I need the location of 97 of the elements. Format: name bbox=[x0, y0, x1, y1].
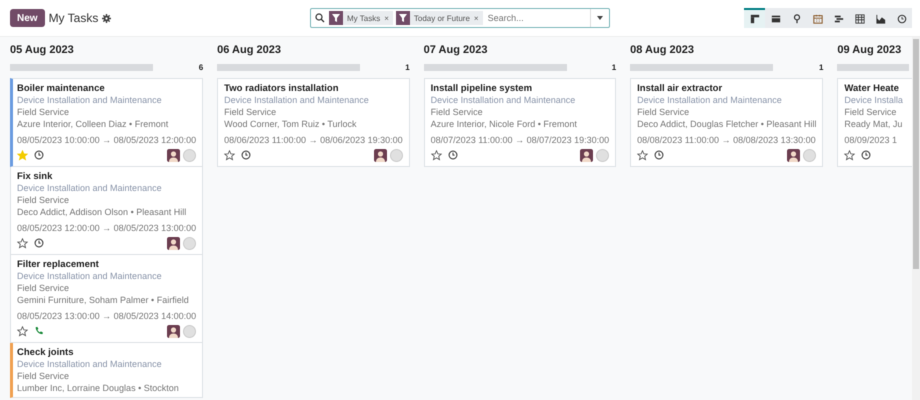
pivot-icon bbox=[854, 14, 864, 24]
task-dates: 08/05/2023 12:00:00 → 08/05/2023 13:00:00 bbox=[17, 223, 196, 233]
page-title: My Tasks bbox=[48, 11, 98, 25]
avatar-icon[interactable] bbox=[374, 148, 387, 162]
search-field[interactable]: My Tasks × Today or Future × Search... bbox=[310, 8, 610, 28]
avatar-icon[interactable] bbox=[787, 148, 800, 162]
task-card[interactable]: Check joints Device Installation and Maintenance Field Service Lumber Inc, Lorraine Douglas • Stockton bbox=[10, 343, 204, 398]
service-name: Field Service bbox=[17, 282, 70, 294]
star-icon[interactable] bbox=[17, 326, 28, 336]
task-count: 6 bbox=[198, 62, 204, 72]
customer-location: Azure Interior, Colleen Diaz • Fremont bbox=[17, 118, 170, 130]
column-date: 07 Aug 2023 bbox=[424, 43, 488, 58]
task-title: Filter replacement bbox=[17, 259, 100, 270]
service-name: Field Service bbox=[637, 106, 690, 118]
remove-facet-button[interactable]: × bbox=[384, 14, 393, 22]
project-name: Device Installation and Maintenance bbox=[17, 358, 163, 370]
customer-location: Ready Mat, Ju bbox=[844, 118, 904, 130]
service-name: Field Service bbox=[17, 106, 70, 118]
star-icon[interactable] bbox=[430, 150, 442, 160]
customer-location: Deco Addict, Addison Olson • Pleasant Hill bbox=[17, 206, 188, 218]
project-name: Device Installation and Maintenance bbox=[224, 94, 370, 106]
filter-facet[interactable]: Today or Future × bbox=[396, 11, 483, 25]
service-name: Field Service bbox=[224, 106, 278, 118]
task-dates: 08/09/2023 1 bbox=[844, 135, 898, 145]
column-date: 08 Aug 2023 bbox=[630, 43, 695, 58]
activity-icon bbox=[896, 14, 906, 24]
clock-icon[interactable] bbox=[34, 150, 44, 160]
task-card[interactable]: Install pipeline system Device Installation and Maintenance Field Service Azure Interior, Nicole Ford • Fremont 08/07/2023 11:00:00 → 08/07/2023 19:30:00 bbox=[424, 78, 616, 167]
task-title: Install air extractor bbox=[637, 83, 724, 94]
gantt-icon bbox=[834, 14, 844, 24]
project-name: Device Installation and Maintenance bbox=[17, 94, 163, 106]
project-name: Device Installation and Maintenance bbox=[430, 94, 576, 106]
star-icon[interactable] bbox=[844, 150, 856, 160]
kanban-view-button[interactable] bbox=[744, 8, 765, 28]
task-title: Install pipeline system bbox=[430, 83, 534, 94]
task-title: Two radiators installation bbox=[224, 83, 340, 94]
project-name: Device Installation and Maintenance bbox=[17, 270, 163, 282]
task-count: 1 bbox=[612, 62, 616, 72]
task-title: Boiler maintenance bbox=[17, 83, 106, 94]
task-card[interactable]: Filter replacement Device Installation and Maintenance Field Service Gemini Furniture, Soham Palmer • Fairfield 08/05/2023 13:00:00 → 08/05/2023 14:00:00 bbox=[10, 255, 204, 343]
task-count: 1 bbox=[405, 62, 410, 72]
customer-location: Gemini Furniture, Soham Palmer • Fairfield bbox=[17, 294, 190, 306]
avatar-icon[interactable] bbox=[580, 148, 594, 162]
caret-icon bbox=[597, 16, 603, 20]
task-card[interactable]: Install air extractor Device Installation and Maintenance Field Service Deco Addict, Douglas Fletcher • Pleasant Hill 08/08/2023 11:00:00 → 08/08/2023 13:30:00 bbox=[630, 78, 824, 167]
column-date: 05 Aug 2023 bbox=[10, 43, 75, 58]
filter-icon bbox=[398, 14, 407, 22]
filter-icon bbox=[332, 14, 340, 22]
task-card[interactable]: Two radiators installation Device Installation and Maintenance Field Service Wood Corner, Tom Ruiz • Turlock 08/06/2023 11:00:00 → 08/06/2023 19:30:00 bbox=[217, 78, 410, 167]
task-card[interactable]: Fix sink Device Installation and Maintenance Field Service Deco Addict, Addison Olson • Pleasant Hill 08/05/2023 12:00:00 → 08/05/2023 13:00:00 bbox=[10, 167, 204, 255]
task-card[interactable]: Water Heate Device Installa Field Service Ready Mat, Ju 08/09/2023 1 bbox=[837, 78, 912, 167]
customer-location: Wood Corner, Tom Ruiz • Turlock bbox=[224, 118, 358, 130]
remove-facet-button[interactable]: × bbox=[474, 14, 483, 22]
clock-icon[interactable] bbox=[654, 150, 664, 160]
task-dates: 08/08/2023 11:00:00 → 08/08/2023 13:30:00 bbox=[637, 135, 816, 145]
task-title: Check joints bbox=[17, 347, 74, 358]
clock-icon[interactable] bbox=[861, 150, 872, 160]
star-icon[interactable] bbox=[17, 238, 28, 248]
project-name: Device Installation and Maintenance bbox=[17, 182, 163, 194]
project-name: Device Installa bbox=[844, 94, 904, 106]
phone-icon[interactable] bbox=[34, 326, 44, 336]
task-dates: 08/05/2023 13:00:00 → 08/05/2023 14:00:00 bbox=[17, 311, 196, 321]
column-date: 09 Aug 2023 bbox=[837, 43, 902, 58]
service-name: Field Service bbox=[17, 194, 70, 206]
customer-location: Lumber Inc, Lorraine Douglas • Stockton bbox=[17, 382, 180, 394]
clock-icon[interactable] bbox=[448, 150, 458, 160]
avatar-icon[interactable] bbox=[167, 148, 180, 162]
avatar-icon[interactable] bbox=[167, 236, 180, 250]
star-icon[interactable] bbox=[637, 150, 648, 160]
customer-location: Azure Interior, Nicole Ford • Fremont bbox=[430, 118, 578, 130]
task-dates: 08/06/2023 11:00:00 → 08/06/2023 19:30:00 bbox=[224, 135, 403, 145]
settings-icon[interactable] bbox=[102, 14, 112, 22]
scrollbar-thumb[interactable] bbox=[913, 39, 919, 269]
service-name: Field Service bbox=[430, 106, 484, 118]
avatar-icon[interactable] bbox=[167, 324, 180, 338]
task-title: Fix sink bbox=[17, 171, 54, 182]
clock-icon[interactable] bbox=[241, 150, 252, 160]
column-date: 06 Aug 2023 bbox=[217, 43, 282, 58]
map-icon bbox=[792, 14, 802, 24]
service-name: Field Service bbox=[17, 370, 70, 382]
task-count: 1 bbox=[818, 62, 824, 72]
star-icon[interactable] bbox=[224, 150, 236, 160]
filter-facet[interactable]: My Tasks × bbox=[329, 11, 393, 25]
task-dates: 08/05/2023 10:00:00 → 08/05/2023 12:00:00 bbox=[17, 135, 196, 145]
kanban-icon bbox=[750, 14, 760, 24]
graph-icon bbox=[876, 14, 886, 24]
search-icon bbox=[315, 13, 325, 23]
clock-icon[interactable] bbox=[34, 238, 44, 248]
new-button[interactable]: New bbox=[10, 9, 45, 27]
customer-location: Deco Addict, Douglas Fletcher • Pleasant Hill bbox=[637, 118, 816, 130]
task-card[interactable]: Boiler maintenance Device Installation and Maintenance Field Service Azure Interior, Colleen Diaz • Fremont 08/05/2023 10:00:00 → 08/05/2023 12:00:00 bbox=[10, 78, 204, 167]
calendar-icon bbox=[812, 14, 822, 24]
task-title: Water Heate bbox=[844, 83, 900, 94]
list-icon bbox=[770, 14, 780, 24]
project-name: Device Installation and Maintenance bbox=[637, 94, 783, 106]
service-name: Field Service bbox=[844, 106, 898, 118]
task-dates: 08/07/2023 11:00:00 → 08/07/2023 19:30:00 bbox=[430, 135, 610, 145]
